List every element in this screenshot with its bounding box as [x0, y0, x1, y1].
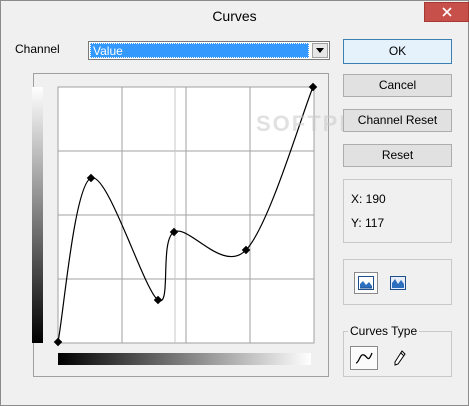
histogram-icon	[358, 276, 374, 290]
cancel-button[interactable]: Cancel	[343, 74, 452, 97]
channel-selected-value: Value	[90, 43, 309, 58]
channel-dropdown-button[interactable]	[312, 43, 328, 58]
display-alt-button[interactable]	[386, 272, 410, 294]
reset-button[interactable]: Reset	[343, 144, 452, 167]
input-gradient-bar	[58, 353, 311, 365]
freehand-button[interactable]	[388, 347, 412, 369]
output-gradient-bar	[32, 87, 43, 343]
smooth-curve-button[interactable]	[350, 346, 378, 370]
close-icon	[441, 7, 452, 17]
coordinate-x: X: 190	[351, 192, 386, 206]
smooth-curve-icon	[355, 352, 373, 364]
graph-grid	[57, 86, 315, 344]
curves-type-label: Curves Type	[348, 324, 420, 338]
window-title: Curves	[212, 8, 257, 24]
pencil-icon	[394, 350, 406, 366]
channel-reset-button[interactable]: Channel Reset	[343, 109, 452, 132]
curve-graph[interactable]	[53, 82, 318, 347]
title-bar: Curves	[1, 1, 469, 32]
chevron-down-icon	[316, 48, 324, 53]
display-mode-panel	[343, 259, 452, 305]
channel-label: Channel	[15, 42, 60, 56]
channel-select[interactable]: Value	[88, 41, 330, 60]
coordinates-panel: X: 190 Y: 117	[343, 179, 452, 243]
display-normal-button[interactable]	[354, 272, 378, 294]
close-button[interactable]	[424, 2, 469, 22]
histogram-alt-icon	[390, 276, 406, 290]
ok-button[interactable]: OK	[343, 39, 452, 64]
curves-dialog: Curves Channel Value SOFTPEDIA OK Cancel…	[0, 0, 469, 406]
coordinate-y: Y: 117	[351, 216, 385, 230]
